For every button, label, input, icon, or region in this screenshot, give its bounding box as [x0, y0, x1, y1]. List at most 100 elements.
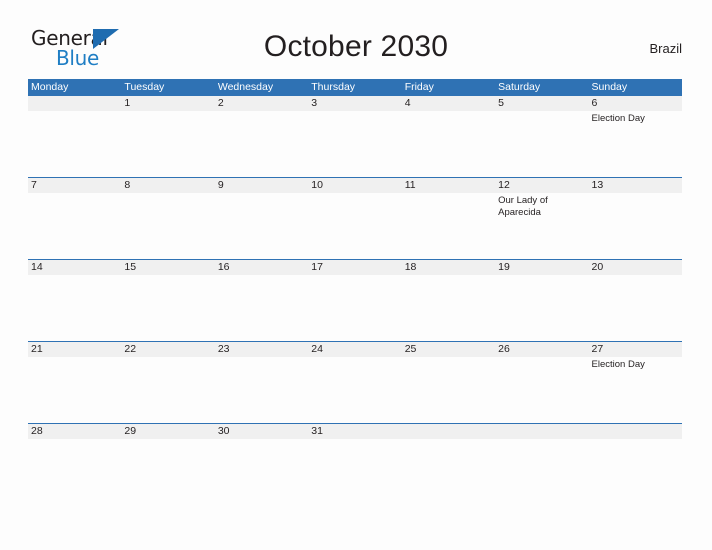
day-number: 14: [31, 261, 43, 273]
day-number: 27: [591, 343, 604, 355]
calendar-day-cell[interactable]: 23: [215, 342, 308, 423]
calendar-day-cell[interactable]: 28: [28, 424, 121, 442]
calendar-day-cell[interactable]: 13: [589, 178, 682, 259]
day-number: 29: [124, 425, 137, 437]
day-number: 21: [31, 343, 43, 355]
day-number: 4: [404, 97, 411, 109]
day-number: 18: [404, 261, 417, 273]
calendar-day-cell[interactable]: 15: [121, 260, 214, 341]
day-number: 10: [311, 179, 323, 191]
calendar-day-cell[interactable]: 16: [215, 260, 308, 341]
day-number: 3: [311, 97, 318, 109]
day-number: 19: [498, 261, 510, 273]
weekday-header-thursday: Thursday: [311, 81, 356, 93]
calendar-day-cell-empty: [589, 424, 682, 442]
weekday-header-saturday: Saturday: [498, 81, 541, 93]
region-label: Brazil: [649, 41, 682, 56]
calendar-table: Monday Tuesday Wednesday Thursday Friday…: [28, 79, 682, 442]
calendar-day-cell[interactable]: 2: [215, 96, 308, 177]
calendar-day-cell-empty: [495, 424, 588, 442]
calendar-day-cell[interactable]: 8: [121, 178, 214, 259]
calendar-day-cell[interactable]: 3: [308, 96, 401, 177]
day-number: 2: [217, 97, 224, 109]
day-number: 12: [498, 179, 510, 191]
calendar-day-cell[interactable]: 1: [121, 96, 214, 177]
calendar-day-cells: 28 29 30 31: [28, 424, 682, 442]
calendar-day-cell[interactable]: 20: [589, 260, 682, 341]
calendar-day-cell-empty: [28, 96, 121, 177]
day-number: 31: [311, 425, 323, 437]
page-header: General Blue October 2030 Brazil: [0, 0, 712, 78]
day-number: 7: [31, 179, 37, 191]
calendar-day-cell[interactable]: 11: [402, 178, 495, 259]
calendar-day-cell[interactable]: 10: [308, 178, 401, 259]
day-number: [31, 96, 121, 111]
calendar-week-row: 7 8 9 10 11 12 Our Lady of Aparecida 13: [28, 177, 682, 259]
calendar-day-cell[interactable]: 21: [28, 342, 121, 423]
calendar-day-cells: 1 2 3 4 5 6 Election Day: [28, 96, 682, 177]
calendar-week-row: 28 29 30 31: [28, 423, 682, 442]
calendar-day-cell[interactable]: 6 Election Day: [589, 96, 682, 177]
day-number: 5: [498, 97, 504, 109]
calendar-day-cell[interactable]: 14: [28, 260, 121, 341]
calendar-day-cell[interactable]: 29: [121, 424, 214, 442]
calendar-day-cell[interactable]: 12 Our Lady of Aparecida: [495, 178, 588, 259]
weekday-header-row: Monday Tuesday Wednesday Thursday Friday…: [28, 79, 682, 96]
calendar-page: { "brand": { "name_part1": "General", "n…: [0, 0, 712, 550]
day-number: 1: [124, 97, 131, 109]
calendar-week-row: 21 22 23 24 25 26 27 Election Day: [28, 341, 682, 423]
calendar-day-cell[interactable]: 22: [121, 342, 214, 423]
weekday-header-sunday: Sunday: [591, 81, 628, 93]
day-number: 25: [404, 343, 417, 355]
calendar-day-cell[interactable]: 4: [402, 96, 495, 177]
day-events: Election Day: [592, 359, 682, 371]
calendar-week-row: 1 2 3 4 5 6 Election Day: [28, 96, 682, 177]
day-number: 13: [591, 179, 604, 191]
day-number: 11: [404, 179, 416, 191]
day-number: 20: [591, 261, 604, 273]
weekday-header-monday: Monday: [31, 81, 69, 93]
day-number: [592, 424, 682, 439]
day-number: [498, 424, 588, 439]
calendar-day-cell[interactable]: 9: [215, 178, 308, 259]
day-events: Our Lady of Aparecida: [498, 195, 588, 218]
calendar-day-cell[interactable]: 31: [308, 424, 401, 442]
calendar-day-cell[interactable]: 27 Election Day: [589, 342, 682, 423]
day-number: [405, 424, 495, 439]
calendar-day-cell[interactable]: 24: [308, 342, 401, 423]
day-number: 23: [217, 343, 230, 355]
holiday-event-label: Our Lady of Aparecida: [498, 195, 548, 218]
calendar-day-cell[interactable]: 7: [28, 178, 121, 259]
holiday-event-label: Election Day: [591, 359, 645, 370]
calendar-day-cell[interactable]: 18: [402, 260, 495, 341]
day-number: 16: [217, 261, 230, 273]
page-title: October 2030: [263, 30, 449, 63]
day-number: 17: [311, 261, 323, 273]
day-number: 28: [31, 425, 43, 437]
day-number: 8: [124, 179, 131, 191]
calendar-day-cell[interactable]: 26: [495, 342, 588, 423]
calendar-day-cells: 7 8 9 10 11 12 Our Lady of Aparecida 13: [28, 178, 682, 259]
day-number: 15: [124, 261, 137, 273]
calendar-day-cells: 21 22 23 24 25 26 27 Election Day: [28, 342, 682, 423]
calendar-day-cell[interactable]: 25: [402, 342, 495, 423]
day-number: 6: [591, 97, 598, 109]
holiday-event-label: Election Day: [591, 113, 645, 124]
calendar-weeks: 1 2 3 4 5 6 Election Day 7 8 9 10 11 12 Our Lady of A…: [28, 96, 682, 442]
calendar-week-row: 14 15 16 17 18 19 20: [28, 259, 682, 341]
weekday-header-wednesday: Wednesday: [217, 81, 274, 93]
day-number: 30: [217, 425, 230, 437]
day-number: 9: [217, 179, 224, 191]
calendar-day-cell[interactable]: 30: [215, 424, 308, 442]
day-number: 26: [498, 343, 510, 355]
calendar-day-cell[interactable]: 17: [308, 260, 401, 341]
day-events: Election Day: [592, 113, 682, 125]
calendar-day-cell-empty: [402, 424, 495, 442]
calendar-day-cell[interactable]: 19: [495, 260, 588, 341]
day-number: 24: [311, 343, 323, 355]
calendar-day-cells: 14 15 16 17 18 19 20: [28, 260, 682, 341]
weekday-header-tuesday: Tuesday: [124, 81, 165, 93]
calendar-day-cell[interactable]: 5: [495, 96, 588, 177]
day-number: 22: [124, 343, 137, 355]
weekday-header-friday: Friday: [404, 81, 434, 93]
